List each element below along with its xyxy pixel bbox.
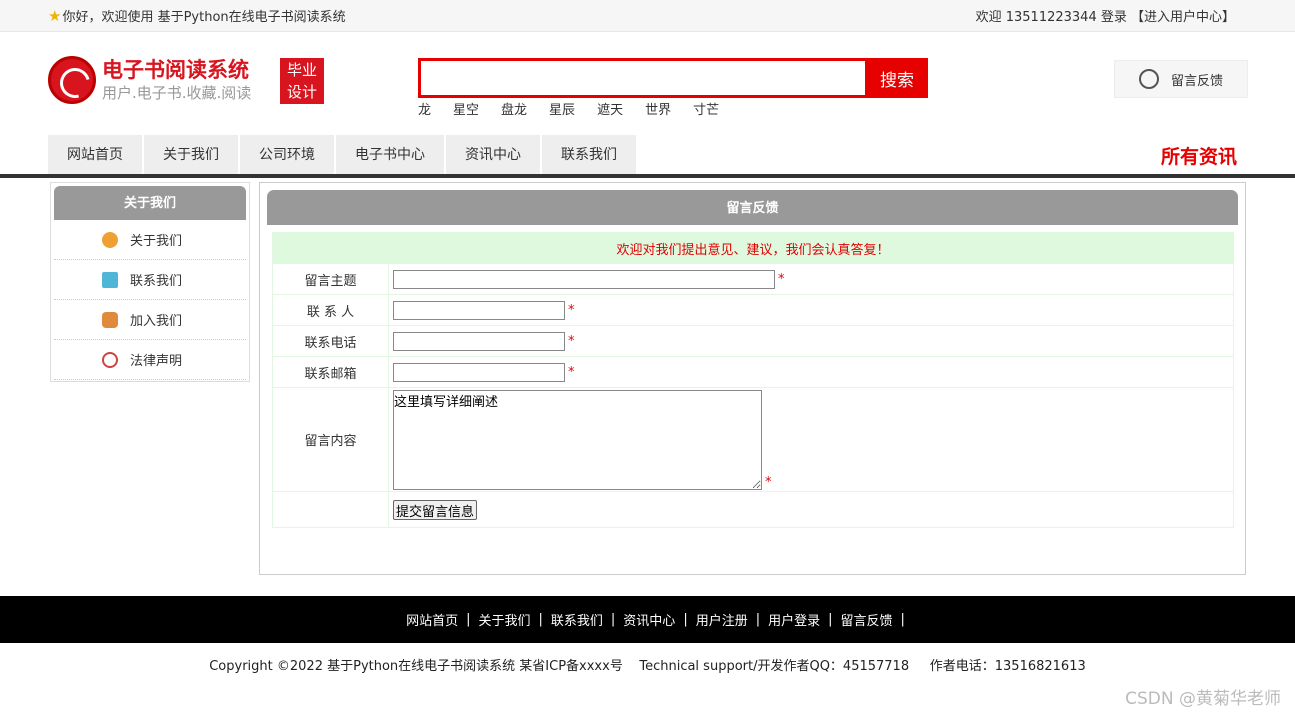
email-input[interactable]	[393, 362, 565, 382]
footer-link-login[interactable]: 用户登录	[768, 610, 820, 629]
sidebar-item-legal[interactable]: 法律声明	[54, 340, 246, 380]
form-notice: 欢迎对我们提出意见、建议，我们会认真答复！	[272, 232, 1234, 264]
hotword-link[interactable]: 遮天	[597, 99, 623, 118]
sidebar-item-join[interactable]: 加入我们	[54, 300, 246, 340]
logo-title: 电子书阅读系统	[102, 58, 249, 82]
user-status[interactable]: 欢迎 13511223344 登录 【进入用户中心】	[976, 6, 1235, 25]
content-textarea[interactable]: 这里填写详细阐述	[393, 389, 762, 490]
hotword-link[interactable]: 龙	[418, 99, 431, 118]
subject-label: 留言主题	[272, 263, 389, 295]
nav-contact[interactable]: 联系我们	[542, 135, 638, 174]
footer-link-about[interactable]: 关于我们	[478, 610, 530, 629]
content-label: 留言内容	[272, 387, 389, 492]
contact-input[interactable]	[393, 300, 565, 320]
graduation-badge: 毕业 设计	[280, 58, 324, 104]
footer-link-news[interactable]: 资讯中心	[623, 610, 675, 629]
hotword-link[interactable]: 星空	[453, 99, 479, 118]
logo-subtitle: 用户.电子书.收藏.阅读	[102, 84, 252, 102]
feedback-label: 留言反馈	[1171, 73, 1224, 89]
nav-ebooks[interactable]: 电子书中心	[336, 135, 446, 174]
hotword-link[interactable]: 盘龙	[501, 99, 527, 118]
sidebar-item-contact[interactable]: 联系我们	[54, 260, 246, 300]
nav-about[interactable]: 关于我们	[144, 135, 240, 174]
feedback-form: 欢迎对我们提出意见、建议，我们会认真答复！ 留言主题 * 联 系 人 * 联系电…	[272, 232, 1234, 528]
email-label: 联系邮箱	[272, 356, 389, 388]
footer-link-home[interactable]: 网站首页	[406, 610, 458, 629]
footer-nav: 网站首页 | 关于我们 | 联系我们 | 资讯中心 | 用户注册 | 用户登录 | 留言反馈…	[0, 596, 1295, 643]
top-bar: ★ 你好，欢迎使用 基于Python在线电子书阅读系统 欢迎 1351122334…	[0, 0, 1295, 32]
contact-label: 联 系 人	[272, 294, 389, 326]
nav-home[interactable]: 网站首页	[48, 135, 144, 174]
feedback-link[interactable]: 留言反馈	[1114, 60, 1248, 98]
nav-news[interactable]: 资讯中心	[446, 135, 542, 174]
footer-link-contact[interactable]: 联系我们	[551, 610, 603, 629]
footer-link-feedback[interactable]: 留言反馈	[841, 610, 893, 629]
logo-icon	[48, 56, 96, 104]
nav-company[interactable]: 公司环境	[240, 135, 336, 174]
headset-icon	[1139, 69, 1159, 89]
lock-icon	[102, 311, 118, 328]
phone-input[interactable]	[393, 331, 565, 351]
site-logo[interactable]: 电子书阅读系统 用户.电子书.收藏.阅读	[48, 56, 251, 104]
subject-input[interactable]	[393, 269, 775, 289]
greeting-text: 你好，欢迎使用 基于Python在线电子书阅读系统	[62, 10, 346, 25]
feedback-panel: 留言反馈 欢迎对我们提出意见、建议，我们会认真答复！ 留言主题 * 联 系 人 …	[259, 182, 1246, 575]
star-icon: ★	[48, 6, 62, 25]
footer-link-register[interactable]: 用户注册	[696, 610, 748, 629]
nav-divider	[0, 174, 1295, 178]
search-button[interactable]: 搜索	[866, 58, 928, 98]
panel-title: 留言反馈	[267, 190, 1238, 225]
phone-label: 联系电话	[272, 325, 389, 357]
about-icon	[102, 231, 118, 248]
submit-button[interactable]: 提交留言信息	[393, 499, 478, 520]
main-nav: 网站首页 关于我们 公司环境 电子书中心 资讯中心 联系我们	[48, 135, 638, 174]
search-bar: 搜索	[418, 58, 928, 98]
watermark: CSDN @黄菊华老师	[1125, 689, 1281, 709]
copyright: Copyright ©2022 基于Python在线电子书阅读系统 某省ICP备…	[209, 659, 1086, 674]
power-icon	[102, 351, 118, 368]
search-input[interactable]	[418, 58, 868, 98]
clipboard-icon	[102, 271, 118, 288]
hot-keywords: 龙 星空 盘龙 星辰 遮天 世界 寸芒	[418, 99, 741, 118]
sidebar-item-about[interactable]: 关于我们	[54, 220, 246, 260]
hotword-link[interactable]: 星辰	[549, 99, 575, 118]
hotword-link[interactable]: 世界	[645, 99, 671, 118]
hotword-link[interactable]: 寸芒	[693, 99, 719, 118]
all-news-link[interactable]: 所有资讯	[1161, 142, 1237, 169]
sidebar-title: 关于我们	[54, 186, 246, 220]
sidebar: 关于我们 关于我们 联系我们 加入我们 法律声明	[50, 182, 250, 382]
